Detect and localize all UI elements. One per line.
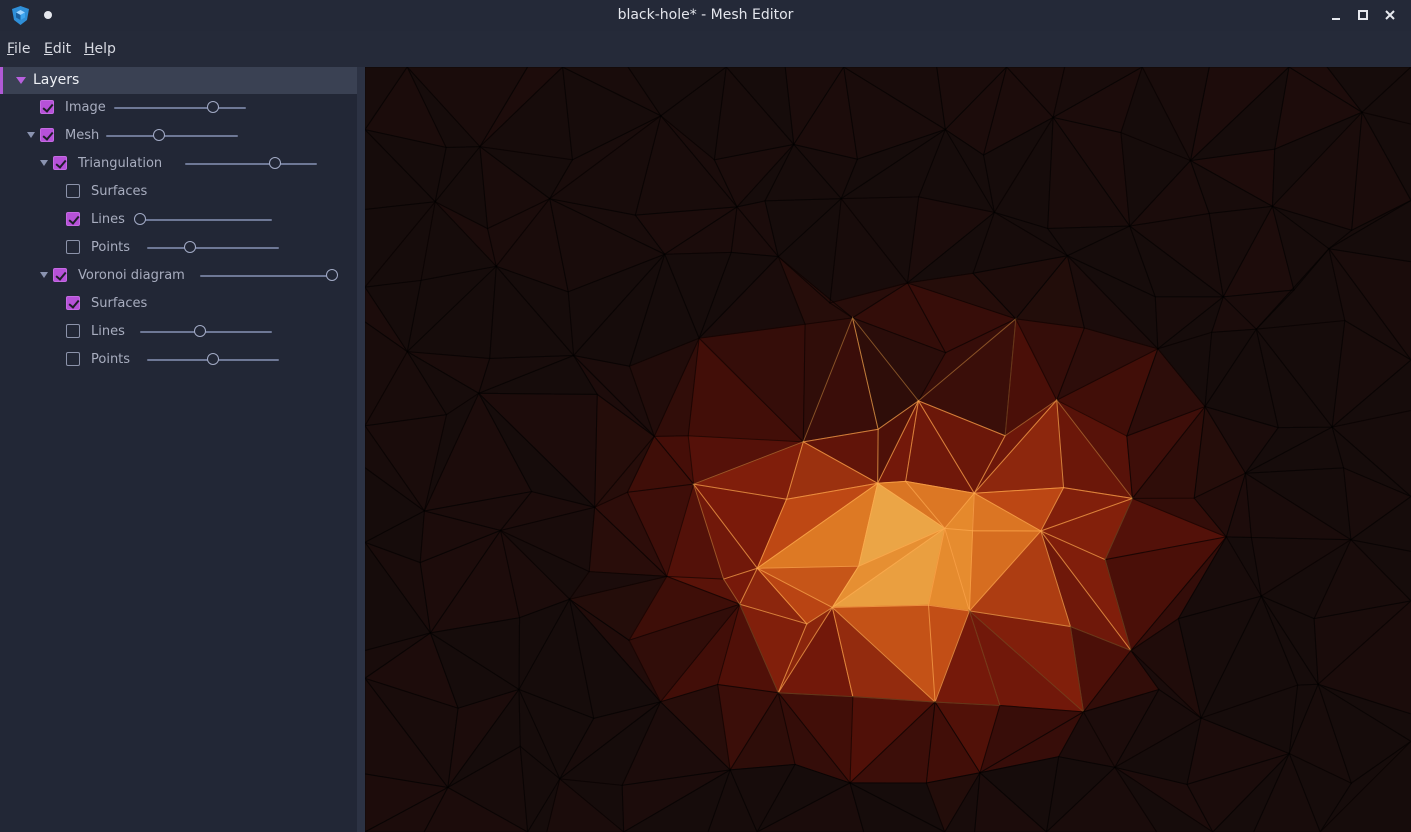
layer-row[interactable]: Points (0, 234, 357, 262)
layers-title: Layers (33, 72, 80, 88)
layer-visibility-checkbox[interactable] (53, 156, 67, 170)
layer-visibility-checkbox[interactable] (66, 296, 80, 310)
expand-arrow-icon[interactable] (16, 77, 26, 84)
expand-arrow-icon[interactable] (27, 132, 35, 138)
layer-row[interactable]: Voronoi diagram (0, 262, 357, 290)
layer-label: Points (91, 352, 131, 367)
minimize-icon[interactable] (1327, 6, 1345, 24)
layer-label: Points (91, 240, 131, 255)
slider-handle[interactable] (152, 129, 165, 141)
layer-row[interactable]: Lines (0, 206, 357, 234)
panel-splitter[interactable] (357, 67, 365, 832)
slider-handle[interactable] (325, 269, 338, 281)
opacity-slider[interactable] (146, 353, 279, 365)
opacity-slider[interactable] (184, 157, 317, 169)
layer-label: Lines (91, 212, 125, 227)
layer-visibility-checkbox[interactable] (66, 240, 80, 254)
layer-visibility-checkbox[interactable] (40, 100, 54, 114)
layer-row[interactable]: Surfaces (0, 178, 357, 206)
layer-row[interactable]: Triangulation (0, 150, 357, 178)
layer-label: Mesh (65, 128, 100, 143)
slider-handle[interactable] (206, 353, 219, 365)
opacity-slider[interactable] (139, 325, 272, 337)
slider-handle[interactable] (184, 241, 197, 253)
slider-handle[interactable] (206, 101, 219, 113)
layer-row[interactable]: Lines (0, 318, 357, 346)
layer-row[interactable]: Points (0, 346, 357, 374)
slider-handle[interactable] (194, 325, 207, 337)
layer-visibility-checkbox[interactable] (66, 184, 80, 198)
window-title: black-hole* - Mesh Editor (617, 7, 794, 23)
opacity-slider[interactable] (113, 101, 246, 113)
mesh-render (365, 67, 1411, 832)
menu-edit[interactable]: Edit (44, 41, 71, 57)
layers-panel: Layers Image Mesh Triangulation Surfaces Lin… (0, 67, 357, 832)
layer-label: Lines (91, 324, 125, 339)
layer-visibility-checkbox[interactable] (66, 324, 80, 338)
title-bar: black-hole* - Mesh Editor (0, 0, 1411, 31)
layer-label: Voronoi diagram (78, 268, 185, 283)
opacity-slider[interactable] (146, 241, 279, 253)
layer-label: Triangulation (78, 156, 163, 171)
opacity-slider[interactable] (133, 213, 272, 225)
menu-bar: File Edit Help (0, 31, 1411, 68)
layers-header[interactable]: Layers (0, 67, 357, 94)
layer-visibility-checkbox[interactable] (53, 268, 67, 282)
layer-row[interactable]: Image (0, 94, 357, 122)
close-icon[interactable] (1381, 6, 1399, 24)
expand-arrow-icon[interactable] (40, 272, 48, 278)
opacity-slider[interactable] (199, 269, 338, 281)
slider-handle[interactable] (133, 213, 146, 225)
layer-visibility-checkbox[interactable] (40, 128, 54, 142)
expand-arrow-icon[interactable] (40, 160, 48, 166)
layer-row[interactable]: Mesh (0, 122, 357, 150)
menu-file[interactable]: File (7, 41, 30, 57)
mesh-canvas[interactable] (365, 67, 1411, 832)
slider-handle[interactable] (268, 157, 281, 169)
layer-label: Image (65, 100, 106, 115)
maximize-icon[interactable] (1354, 6, 1372, 24)
layer-visibility-checkbox[interactable] (66, 212, 80, 226)
layer-visibility-checkbox[interactable] (66, 352, 80, 366)
layer-label: Surfaces (91, 296, 148, 311)
menu-help[interactable]: Help (84, 41, 116, 57)
layer-label: Surfaces (91, 184, 148, 199)
layer-row[interactable]: Surfaces (0, 290, 357, 318)
opacity-slider[interactable] (106, 129, 239, 141)
